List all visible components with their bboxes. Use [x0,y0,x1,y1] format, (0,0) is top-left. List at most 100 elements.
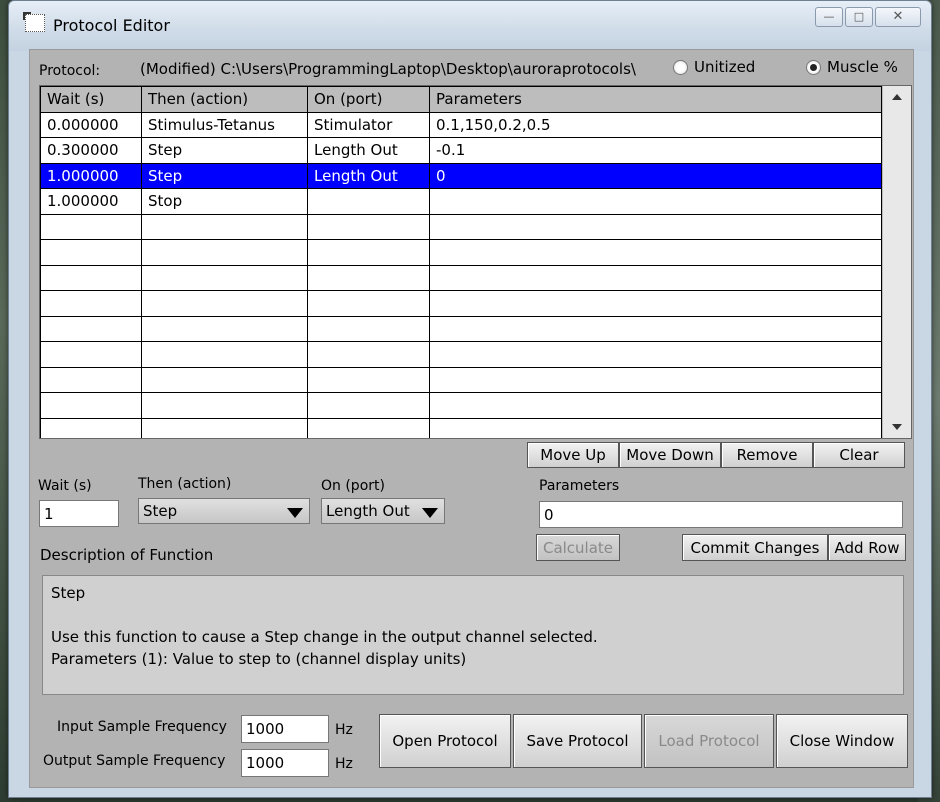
parameters-input[interactable]: 0 [539,501,903,528]
protocol-table[interactable]: Wait (s) Then (action) On (port) Paramet… [39,85,912,439]
cell-empty[interactable] [307,213,430,240]
cell-empty[interactable] [40,315,142,342]
table-row-empty[interactable] [40,290,882,317]
cell-action[interactable]: Step [141,137,308,164]
table-row[interactable]: 1.000000 Stop [40,188,882,215]
cell-port[interactable]: Stimulator [307,111,430,138]
save-protocol-button[interactable]: Save Protocol [513,714,642,768]
cell-port[interactable]: Length Out [307,137,430,164]
load-protocol-button[interactable]: Load Protocol [644,714,774,768]
action-select[interactable]: Step [138,498,310,524]
table-row-empty[interactable] [40,392,882,419]
table-row-empty[interactable] [40,264,882,291]
cell-empty[interactable] [429,213,882,240]
add-row-button[interactable]: Add Row [828,534,906,561]
cell-empty[interactable] [40,264,142,291]
cell-empty[interactable] [141,341,308,368]
cell-empty[interactable] [429,341,882,368]
cell-empty[interactable] [429,392,882,419]
cell-empty[interactable] [429,417,882,438]
cell-port[interactable]: Length Out [307,162,430,189]
input-frequency-field[interactable]: 1000 [241,715,329,743]
cell-empty[interactable] [307,264,430,291]
cell-empty[interactable] [141,290,308,317]
cell-empty[interactable] [141,417,308,438]
radio-unitized-icon [673,59,688,75]
cell-empty[interactable] [141,315,308,342]
header-port[interactable]: On (port) [307,86,430,113]
table-row-selected[interactable]: 1.000000 Step Length Out 0 [40,162,882,189]
cell-empty[interactable] [429,239,882,266]
cell-empty[interactable] [429,366,882,393]
minimize-icon[interactable]: — [815,7,843,27]
close-window-button[interactable]: Close Window [776,714,908,768]
clear-button[interactable]: Clear [813,442,905,468]
cell-parameters[interactable]: 0 [429,162,882,189]
header-wait[interactable]: Wait (s) [40,86,142,113]
protocol-editor-window: Protocol Editor — □ ✕ Protocol: (Modifie… [8,0,932,798]
table-row-empty[interactable] [40,366,882,393]
cell-empty[interactable] [429,264,882,291]
cell-parameters[interactable]: -0.1 [429,137,882,164]
table-row-empty[interactable] [40,239,882,266]
cell-empty[interactable] [40,417,142,438]
cell-empty[interactable] [307,366,430,393]
cell-port[interactable] [307,188,430,215]
cell-empty[interactable] [141,264,308,291]
cell-empty[interactable] [141,239,308,266]
output-frequency-field[interactable]: 1000 [241,749,329,777]
caption-buttons: — □ ✕ [815,7,921,27]
calculate-button[interactable]: Calculate [536,534,620,561]
cell-empty[interactable] [429,290,882,317]
remove-button[interactable]: Remove [721,442,813,468]
cell-empty[interactable] [40,366,142,393]
maximize-icon[interactable]: □ [845,7,873,27]
port-select[interactable]: Length Out [321,498,445,524]
cell-action[interactable]: Stop [141,188,308,215]
cell-wait[interactable]: 0.300000 [40,137,142,164]
port-label: On (port) [321,478,385,494]
cell-wait[interactable]: 1.000000 [40,162,142,189]
cell-empty[interactable] [307,417,430,438]
table-row-empty[interactable] [40,417,882,438]
cell-action[interactable]: Stimulus-Tetanus [141,111,308,138]
cell-empty[interactable] [307,239,430,266]
cell-empty[interactable] [307,341,430,368]
cell-empty[interactable] [40,239,142,266]
move-down-button[interactable]: Move Down [619,442,721,468]
cell-empty[interactable] [307,290,430,317]
cell-empty[interactable] [307,315,430,342]
table-row[interactable]: 0.300000 Step Length Out -0.1 [40,137,882,164]
move-up-button[interactable]: Move Up [527,442,619,468]
cell-empty[interactable] [40,341,142,368]
commit-changes-button[interactable]: Commit Changes [682,534,828,561]
table-scrollbar[interactable] [882,86,911,438]
cell-empty[interactable] [141,213,308,240]
cell-empty[interactable] [141,392,308,419]
header-action[interactable]: Then (action) [141,86,308,113]
cell-empty[interactable] [429,315,882,342]
cell-action[interactable]: Step [141,162,308,189]
open-protocol-button[interactable]: Open Protocol [379,714,511,768]
table-row[interactable]: 0.000000 Stimulus-Tetanus Stimulator 0.1… [40,111,882,138]
cell-wait[interactable]: 0.000000 [40,111,142,138]
cell-empty[interactable] [40,392,142,419]
cell-wait[interactable]: 1.000000 [40,188,142,215]
cell-parameters[interactable]: 0.1,150,0.2,0.5 [429,111,882,138]
table-row-empty[interactable] [40,213,882,240]
title-bar[interactable]: Protocol Editor — □ ✕ [9,1,931,51]
cell-empty[interactable] [40,290,142,317]
cell-empty[interactable] [40,213,142,240]
cell-parameters[interactable] [429,188,882,215]
radio-muscle-percent[interactable]: Muscle % [806,58,898,76]
header-parameters[interactable]: Parameters [429,86,882,113]
cell-empty[interactable] [141,366,308,393]
radio-unitized[interactable]: Unitized [673,58,755,76]
close-icon[interactable]: ✕ [875,7,921,27]
wait-input[interactable]: 1 [39,500,119,527]
table-row-empty[interactable] [40,315,882,342]
table-row-empty[interactable] [40,341,882,368]
scroll-up-icon[interactable] [892,94,902,100]
cell-empty[interactable] [307,392,430,419]
scroll-down-icon[interactable] [892,424,902,430]
